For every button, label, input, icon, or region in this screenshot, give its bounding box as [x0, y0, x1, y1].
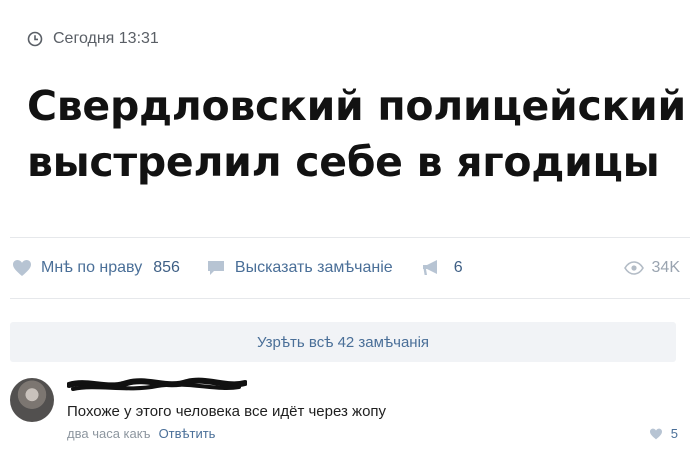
- heart-icon: [649, 428, 662, 439]
- megaphone-icon: [422, 260, 437, 275]
- like-button[interactable]: Мнѣ по нраву 856: [12, 259, 180, 277]
- heart-icon: [13, 260, 31, 276]
- comment-label: Высказать замѣчаніе: [234, 259, 393, 276]
- comment-like-count: 5: [670, 426, 678, 441]
- comment-item: Похоже у этого человека все идёт через ж…: [10, 376, 680, 446]
- post-title: Свердловский полицейский выстрелил себе …: [27, 82, 686, 186]
- post-time-row: Сегодня 13:31: [27, 30, 159, 48]
- like-count: 856: [153, 259, 180, 276]
- share-button[interactable]: 6: [421, 259, 463, 277]
- divider-bottom: [10, 298, 690, 299]
- comment-icon: [207, 261, 224, 275]
- comment-meta: два часа какъ Отвѣтить: [67, 426, 215, 441]
- show-all-comments-button[interactable]: Узрѣть всѣ 42 замѣчанія: [10, 322, 676, 362]
- reply-button[interactable]: Отвѣтить: [159, 426, 216, 441]
- comment-text: Похоже у этого человека все идёт через ж…: [67, 403, 387, 420]
- like-label: Мнѣ по нраву: [41, 259, 143, 276]
- eye-icon: [623, 261, 644, 275]
- redacted-author-name: [67, 377, 247, 391]
- comment-like-button[interactable]: 5: [649, 426, 678, 441]
- comment-button[interactable]: Высказать замѣчаніе: [206, 259, 393, 277]
- comment-time: два часа какъ: [67, 426, 151, 441]
- post-time: Сегодня 13:31: [53, 30, 159, 47]
- avatar[interactable]: [10, 378, 54, 422]
- clock-icon: [27, 31, 43, 47]
- views-count: 34K: [651, 259, 680, 276]
- views-counter: 34K: [623, 259, 680, 277]
- divider-top: [10, 237, 690, 238]
- share-count: 6: [453, 259, 463, 276]
- post-actions-bar: Мнѣ по нраву 856 Высказать замѣчаніе 6 3…: [12, 255, 680, 281]
